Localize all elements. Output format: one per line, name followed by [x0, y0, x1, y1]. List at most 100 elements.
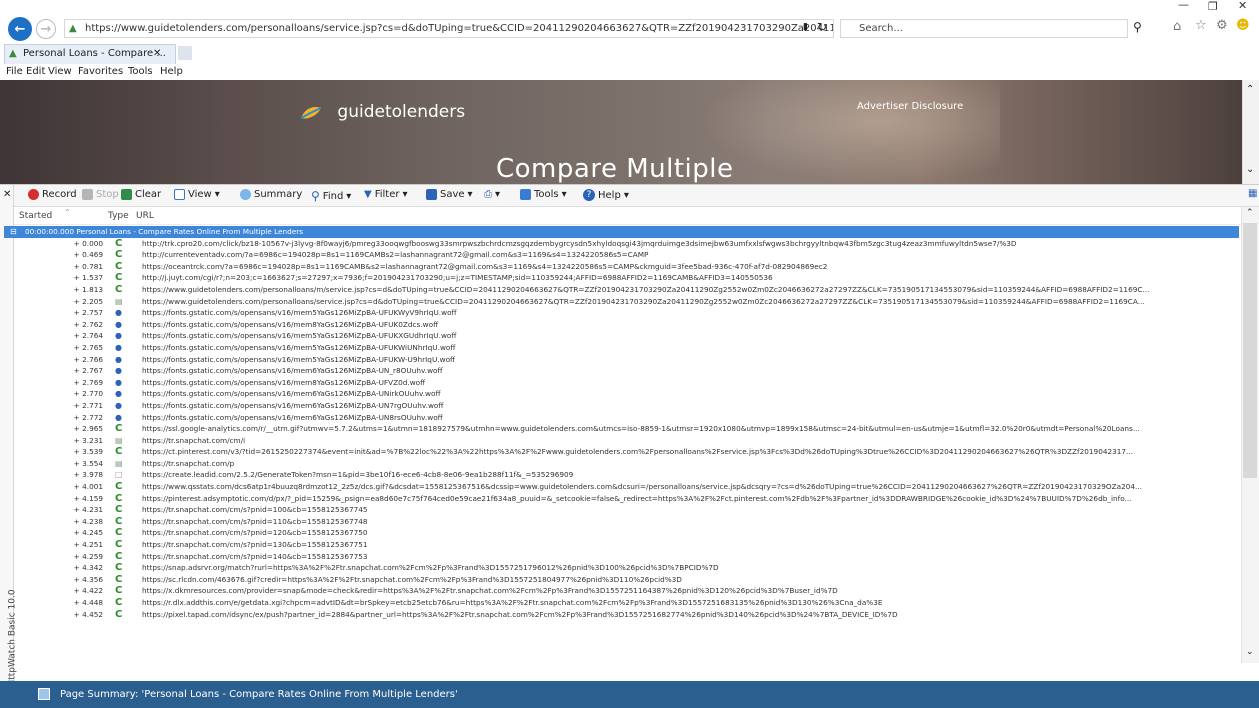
redirect-icon: C	[115, 492, 123, 504]
clear-icon	[121, 189, 132, 200]
view-button[interactable]: View ▾	[174, 189, 220, 200]
table-row[interactable]: + 4.238 Chttps://tr.snapchat.com/cm/s?pni…	[27, 516, 1239, 528]
table-row[interactable]: + 2.205 ▤ https://www.guidetolenders.com/p…	[27, 296, 1239, 308]
row-started-time: + 2.965	[73, 424, 103, 434]
row-started-time: + 4.342	[73, 563, 103, 573]
table-row[interactable]: + 3.554 ▤ https://tr.snapchat.com/p	[27, 458, 1239, 470]
print-button[interactable]: ⎙ ▾	[484, 189, 500, 200]
sort-ascending-icon: ⌃	[64, 208, 71, 217]
panel-pin-icon[interactable]: ▦	[1248, 188, 1257, 199]
table-row[interactable]: + 4.245 Chttps://tr.snapchat.com/cm/s?pni…	[27, 527, 1239, 539]
table-row[interactable]: + 0.469 Chttp://currenteventadv.com/?a=69…	[27, 249, 1239, 261]
column-started[interactable]: Started	[19, 211, 52, 221]
font-file-icon: ●	[115, 389, 122, 399]
row-url: https://pinterest.adsymptotic.com/d/px/?…	[142, 493, 1132, 503]
web-page-hero: guidetolenders Advertiser Disclosure Com…	[0, 80, 1242, 184]
table-row[interactable]: + 2.766 ● https://fonts.gstatic.com/s/open…	[27, 354, 1239, 366]
table-row[interactable]: + 4.259 Chttps://tr.snapchat.com/cm/s?pni…	[27, 551, 1239, 563]
table-row[interactable]: + 2.762 ● https://fonts.gstatic.com/s/open…	[27, 319, 1239, 331]
table-row[interactable]: + 0.000 Chttp://trk.cpro20.com/click/bz18…	[27, 238, 1239, 250]
table-row[interactable]: + 4.001 Chttps://www.qsstats.com/dcs6atp1…	[27, 481, 1239, 493]
table-row[interactable]: + 2.769 ● https://fonts.gstatic.com/s/open…	[27, 377, 1239, 389]
table-row[interactable]: + 3.231 ▤ https://tr.snapchat.com/cm/i	[27, 435, 1239, 447]
table-row[interactable]: + 0.781 Chttps://oceantrck.com/?a=6986c=1…	[27, 261, 1239, 273]
home-icon[interactable]: ⌂	[1173, 19, 1181, 34]
column-type[interactable]: Type	[108, 211, 129, 221]
row-started-time: + 4.159	[73, 493, 103, 503]
column-url[interactable]: URL	[136, 211, 154, 221]
save-dropdown-icon: ▾	[467, 189, 473, 200]
search-input[interactable]: Search...	[840, 19, 1128, 38]
forward-button[interactable]: →	[36, 19, 56, 39]
help-button[interactable]: ? Help ▾	[583, 189, 629, 201]
table-row[interactable]: + 2.764 ● https://fonts.gstatic.com/s/open…	[27, 330, 1239, 342]
table-row[interactable]: + 4.342 Chttps://snap.adsrvr.org/match?ru…	[27, 562, 1239, 574]
table-row[interactable]: + 2.765 ● https://fonts.gstatic.com/s/open…	[27, 342, 1239, 354]
row-started-time: + 0.781	[73, 261, 103, 271]
table-row[interactable]: + 3.539 Chttps://ct.pinterest.com/v3/?tid…	[27, 446, 1239, 458]
menu-file[interactable]: File	[6, 66, 23, 77]
minimize-icon[interactable]: —	[1178, 0, 1189, 11]
table-row[interactable]: + 4.231 Chttps://tr.snapchat.com/cm/s?pni…	[27, 504, 1239, 516]
row-url: https://tr.snapchat.com/cm/s?pnid=110&cb…	[142, 516, 368, 526]
collapse-icon[interactable]: ⊟	[10, 226, 17, 238]
list-scroll-up-icon[interactable]: ⌃	[1246, 208, 1254, 218]
tab-close-icon[interactable]: ✕	[153, 45, 161, 63]
search-icon[interactable]: ⚲	[1133, 20, 1142, 34]
record-button[interactable]: Record	[28, 189, 77, 200]
scroll-up-icon[interactable]: ⌃	[1246, 84, 1254, 95]
close-panel-icon[interactable]: ✕	[3, 189, 11, 200]
scroll-thumb[interactable]	[1243, 223, 1257, 478]
table-row[interactable]: + 1.537 Chttp://j.juyt.com/cgi/r?;n=203;c…	[27, 272, 1239, 284]
clear-button[interactable]: Clear	[121, 189, 161, 200]
restore-icon[interactable]: ❐	[1208, 0, 1218, 13]
scroll-down-icon[interactable]: ⌄	[1246, 164, 1254, 175]
menu-favorites[interactable]: Favorites	[78, 66, 123, 77]
smiley-feedback-icon[interactable]: ☻	[1236, 18, 1250, 33]
menu-tools[interactable]: Tools	[128, 66, 153, 77]
row-started-time: + 2.770	[73, 389, 103, 399]
refresh-icon[interactable]: ↻	[817, 20, 827, 34]
row-started-time: + 2.769	[73, 377, 103, 387]
menu-edit[interactable]: Edit	[26, 66, 45, 77]
page-group-row[interactable]: ⊟ 00:00:00.000 Personal Loans - Compare …	[4, 226, 1239, 238]
url-input[interactable]: ▲ https://www.guidetolenders.com/persona…	[64, 19, 834, 38]
favorites-star-icon[interactable]: ☆	[1195, 18, 1207, 33]
stop-button[interactable]: Stop	[82, 189, 119, 200]
advertiser-disclosure-link[interactable]: Advertiser Disclosure	[857, 101, 963, 112]
table-row[interactable]: + 2.770 ● https://fonts.gstatic.com/s/open…	[27, 388, 1239, 400]
close-window-icon[interactable]: ✕	[1238, 0, 1247, 12]
table-row[interactable]: + 3.978 □ https://create.leadid.com/2.5.2/…	[27, 469, 1239, 481]
new-tab-button[interactable]	[178, 46, 192, 60]
table-row[interactable]: + 2.757 ● https://fonts.gstatic.com/s/open…	[27, 307, 1239, 319]
table-row[interactable]: + 4.159 Chttps://pinterest.adsymptotic.co…	[27, 493, 1239, 505]
find-button[interactable]: ⚲ Find ▾	[311, 189, 351, 203]
site-logo[interactable]: guidetolenders	[300, 102, 465, 122]
menu-view[interactable]: View	[48, 66, 72, 77]
settings-gear-icon[interactable]: ⚙	[1216, 18, 1228, 33]
table-row[interactable]: + 1.813 Chttps://www.guidetolenders.com/p…	[27, 284, 1239, 296]
table-row[interactable]: + 2.772 ● https://fonts.gstatic.com/s/open…	[27, 412, 1239, 424]
filter-button[interactable]: ▼ Filter ▾	[364, 189, 408, 200]
table-row[interactable]: + 4.448 Chttps://r.dlx.addthis.com/e/getd…	[27, 597, 1239, 609]
table-row[interactable]: + 2.771 ● https://fonts.gstatic.com/s/open…	[27, 400, 1239, 412]
table-row[interactable]: + 2.767 ● https://fonts.gstatic.com/s/open…	[27, 365, 1239, 377]
table-row[interactable]: + 4.422 Chttps://x.dkmresources.com/provi…	[27, 585, 1239, 597]
back-button[interactable]: ←	[8, 17, 32, 41]
summary-button[interactable]: Summary	[240, 189, 302, 200]
table-row[interactable]: + 4.356 Chttps://sc.rlcdn.com/463676.gif?…	[27, 574, 1239, 586]
save-disk-icon	[426, 189, 437, 200]
row-url: https://r.dlx.addthis.com/e/getdata.xgi?…	[142, 598, 883, 607]
table-row[interactable]: + 4.452 Chttps://pixel.tapad.com/idsync/e…	[27, 609, 1239, 621]
tab-strip: ▲ Personal Loans - Compare ... ✕	[0, 44, 1259, 64]
browser-tab[interactable]: ▲ Personal Loans - Compare ... ✕	[4, 44, 176, 64]
page-scrollbar[interactable]: ⌃ ⌄	[1242, 80, 1259, 184]
tools-button[interactable]: Tools ▾	[520, 189, 567, 200]
menu-help[interactable]: Help	[160, 66, 183, 77]
table-row[interactable]: + 2.965 Chttps://ssl.google-analytics.com…	[27, 423, 1239, 435]
save-button[interactable]: Save ▾	[426, 189, 473, 200]
status-text: Page Summary: 'Personal Loans - Compare …	[60, 689, 458, 700]
list-scroll-down-icon[interactable]: ⌄	[1246, 647, 1254, 657]
table-row[interactable]: + 4.251 Chttps://tr.snapchat.com/cm/s?pni…	[27, 539, 1239, 551]
httpwatch-toolbar: Record Stop Clear View ▾ Summary ⚲ Find …	[14, 185, 1259, 207]
